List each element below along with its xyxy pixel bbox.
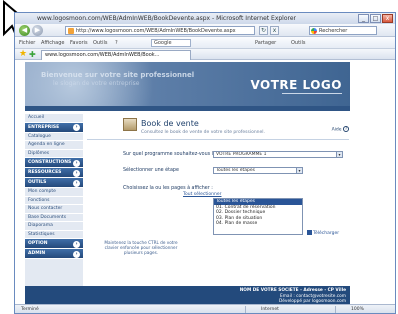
choose-label: Choisissez la ou les pages à afficher :	[123, 186, 213, 191]
url-input[interactable]: http://www.logosmoon.com/WEB/AdmInWEB/Bo…	[65, 26, 255, 35]
google-icon	[311, 28, 317, 34]
site-banner: Bienvenue sur votre site professionnel l…	[25, 62, 350, 106]
nav-strip	[25, 106, 350, 111]
sidebar: Accueil ENTREPRISE › Catalogue Agenda en …	[25, 114, 83, 299]
sidebar-item-diplomes[interactable]: Diplômes	[25, 150, 83, 158]
favorites-bar: ★ ✚ www.logosmoon.com/WEB/AdmInWEB/Book.…	[15, 49, 395, 60]
screen: www.logosmoon.com/WEB/AdmInWEB/BookDeven…	[0, 0, 398, 314]
menu-outils[interactable]: Outils	[93, 37, 107, 49]
sidebar-item-statistiques[interactable]: Statistiques	[25, 231, 83, 239]
forward-button[interactable]: ▶	[32, 25, 43, 36]
sidebar-item-contacter[interactable]: Nous contacter	[25, 205, 83, 214]
program-select-value: VOTRE PROGRAMME 1	[216, 152, 267, 157]
selection-note: Maintenez la touche CTRL de votre clavie…	[104, 240, 178, 255]
web-page: Bienvenue sur votre site professionnel l…	[15, 60, 395, 305]
title-divider	[87, 139, 349, 140]
search-placeholder: Rechercher	[319, 28, 348, 34]
status-text: Terminé	[21, 307, 39, 312]
chevron-right-icon: ›	[73, 250, 80, 258]
sidebar-section-label: OUTILS	[28, 180, 47, 185]
sidebar-item-documents[interactable]: Base Documents	[25, 214, 83, 222]
site-logo: VOTRE LOGO	[250, 78, 342, 92]
sidebar-section-label: CONSTRUCTIONS	[28, 160, 72, 165]
banner-slogan-secondary: le slogan de votre entreprise	[53, 80, 140, 87]
section-select[interactable]: Toutes les étapes ▾	[213, 167, 303, 174]
favorites-star-icon[interactable]: ★	[19, 49, 27, 60]
page-favicon-icon	[68, 28, 74, 34]
menu-affichage[interactable]: Affichage	[41, 37, 65, 49]
page-title: Book de vente	[141, 119, 199, 128]
minimize-button[interactable]: _	[358, 14, 369, 23]
pages-listbox[interactable]: Toutes les étapes 01. Contrat de réserva…	[213, 198, 303, 235]
help-label: Aide	[331, 127, 342, 133]
section-select-value: Toutes les étapes	[216, 168, 255, 173]
google-label: Google	[154, 40, 172, 46]
google-toolbar-box[interactable]: Google	[151, 39, 191, 47]
add-favorite-icon[interactable]: ✚	[29, 49, 36, 60]
status-divider	[245, 306, 246, 313]
sidebar-section-constructions[interactable]: CONSTRUCTIONS ›	[25, 158, 83, 168]
status-bar: Terminé Internet 100%	[15, 304, 395, 313]
menu-help[interactable]: ?	[115, 37, 118, 49]
download-button[interactable]: Télécharger	[307, 230, 339, 236]
program-select[interactable]: VOTRE PROGRAMME 1 ▾	[213, 151, 343, 158]
download-icon	[307, 230, 312, 235]
chevron-right-icon: ›	[73, 240, 80, 248]
sidebar-item-diaporama[interactable]: Diaporama	[25, 222, 83, 231]
browser-window: www.logosmoon.com/WEB/AdmInWEB/BookDeven…	[14, 12, 396, 314]
window-controls: _ □ x	[358, 14, 393, 23]
close-button[interactable]: x	[382, 14, 393, 23]
security-zone: Internet	[261, 307, 279, 312]
address-bar: ◀ ▶ http://www.logosmoon.com/WEB/AdmInWE…	[15, 24, 395, 37]
download-label: Télécharger	[313, 231, 340, 236]
help-icon: ?	[343, 126, 349, 132]
menu-favoris[interactable]: Favoris	[70, 37, 88, 49]
sidebar-section-option[interactable]: OPTION ›	[25, 239, 83, 249]
sidebar-section-label: OPTION	[28, 241, 48, 246]
chevron-right-icon: ›	[73, 179, 80, 187]
list-item[interactable]: 04. Plan de masse	[214, 221, 302, 227]
sidebar-item-catalogue[interactable]: Catalogue	[25, 133, 83, 141]
tools-button[interactable]: Outils	[291, 37, 305, 49]
banner-slogan: Bienvenue sur votre site professionnel	[41, 71, 195, 79]
sidebar-section-admin[interactable]: ADMIN ›	[25, 249, 83, 259]
sidebar-item-agenda[interactable]: Agenda en ligne	[25, 141, 83, 150]
main-content: Book de vente Consultez le book de vente…	[87, 116, 349, 266]
status-divider	[335, 306, 336, 313]
sidebar-section-label: ENTREPRISE	[28, 124, 60, 130]
select-all-link[interactable]: Tout sélectionner	[183, 192, 221, 197]
sidebar-item-accueil[interactable]: Accueil	[25, 114, 83, 123]
chevron-right-icon: ›	[73, 159, 80, 167]
zoom-level[interactable]: 100%	[351, 305, 364, 313]
sidebar-section-label: RESSOURCES	[28, 170, 62, 175]
chevron-right-icon: ›	[73, 124, 80, 131]
book-icon	[123, 118, 137, 131]
page-subtitle: Consultez le book de vente de votre site…	[141, 130, 265, 135]
menu-fichier[interactable]: Fichier	[19, 37, 35, 49]
maximize-button[interactable]: □	[370, 14, 381, 23]
stop-button[interactable]: x	[270, 26, 279, 35]
refresh-button[interactable]: ↻	[259, 26, 268, 35]
tab-active[interactable]: www.logosmoon.com/WEB/AdmInWEB/Book...	[41, 50, 191, 60]
sidebar-item-fonctions[interactable]: Fonctions	[25, 197, 83, 205]
chevron-down-icon: ▾	[336, 152, 342, 157]
share-button[interactable]: Partager	[255, 37, 276, 49]
window-title: www.logosmoon.com/WEB/AdmInWEB/BookDeven…	[15, 13, 395, 24]
sidebar-section-outils[interactable]: OUTILS ›	[25, 178, 83, 188]
help-link[interactable]: Aide ?	[332, 126, 349, 133]
sidebar-section-ressources[interactable]: RESSOURCES ›	[25, 168, 83, 178]
logo-underline	[282, 93, 342, 94]
menu-toolbar: Fichier Affichage Favoris Outils ? Googl…	[15, 37, 395, 49]
sidebar-section-label: ADMIN	[28, 251, 46, 256]
sidebar-item-mon-compte[interactable]: Mon compte	[25, 188, 83, 197]
section-label: Sélectionner une étape	[123, 168, 179, 173]
search-input[interactable]: Rechercher	[309, 26, 377, 35]
back-button[interactable]: ◀	[19, 25, 30, 36]
url-text: http://www.logosmoon.com/WEB/AdmInWEB/Bo…	[76, 28, 236, 34]
address-actions: ↻ x	[259, 26, 279, 35]
site-footer: NOM DE VOTRE SOCIETE - Adresse - CP Vill…	[25, 286, 350, 305]
chevron-down-icon: ▾	[296, 168, 302, 173]
chevron-right-icon: ›	[73, 169, 80, 177]
sidebar-section-entreprise[interactable]: ENTREPRISE ›	[25, 122, 83, 133]
